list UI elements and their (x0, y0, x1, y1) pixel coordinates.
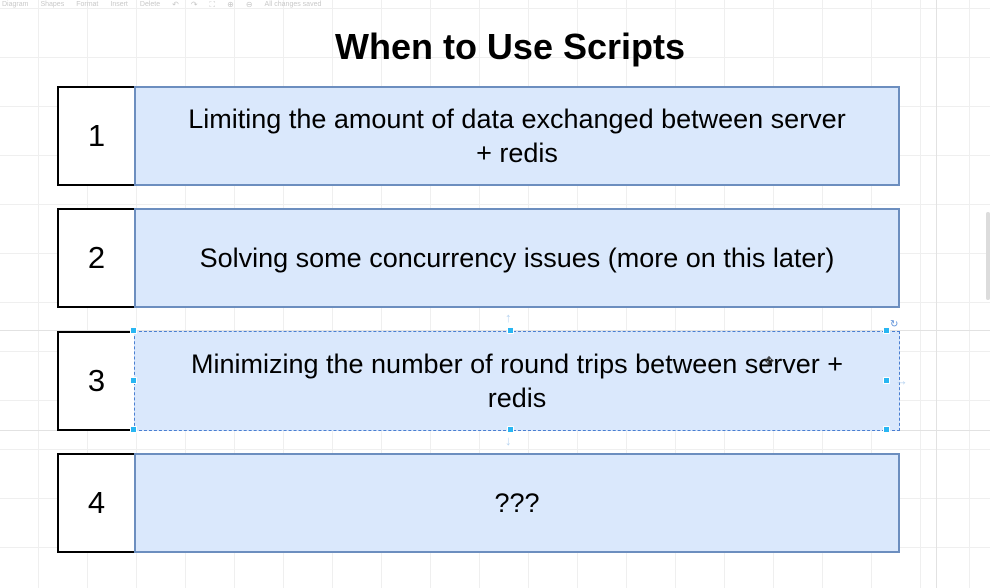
menu-insert[interactable]: Insert (110, 0, 128, 9)
step-number-box[interactable]: 3 (57, 331, 136, 431)
fit-icon[interactable]: ⛶ (210, 0, 216, 9)
save-status: All changes saved (264, 1, 322, 8)
step-number-box[interactable]: 1 (57, 86, 136, 186)
menu-shapes[interactable]: Shapes (40, 0, 64, 9)
step-row: 1 Limiting the amount of data exchanged … (57, 86, 900, 186)
resize-handle-sw[interactable] (130, 426, 137, 433)
step-description-text: Solving some concurrency issues (more on… (200, 241, 835, 275)
text-line: Solving some concurrency issues (more on… (199, 243, 835, 273)
step-description-text: Minimizing the number of round trips bet… (191, 347, 843, 415)
page-boundary (936, 0, 937, 588)
resize-handle-s[interactable] (507, 426, 514, 433)
step-description-box[interactable]: Solving some concurrency issues (more on… (134, 208, 900, 308)
step-description-box[interactable]: ??? (134, 453, 900, 553)
resize-handle-se[interactable] (883, 426, 890, 433)
resize-handle-e[interactable] (883, 377, 890, 384)
step-row: 3 Minimizing the number of round trips b… (57, 331, 900, 431)
connect-arrow-icon[interactable]: ↑ (505, 311, 512, 324)
text-line: Minimizing the number of round trips bet… (190, 349, 844, 379)
step-number-box[interactable]: 4 (57, 453, 136, 553)
text-line: redis (487, 383, 547, 413)
step-description-box[interactable]: Limiting the amount of data exchanged be… (134, 86, 900, 186)
step-row: 2 Solving some concurrency issues (more … (57, 208, 900, 308)
text-line: Limiting the amount of data exchanged be… (188, 104, 846, 134)
zoom-in-icon[interactable]: ⊕ (227, 0, 234, 9)
text-line: ??? (494, 488, 540, 518)
scrollbar[interactable] (986, 212, 990, 300)
connect-arrow-icon[interactable]: → (895, 374, 908, 387)
resize-handle-ne[interactable] (883, 327, 890, 334)
step-description-box-selected[interactable]: Minimizing the number of round trips bet… (134, 331, 900, 431)
diagram-title[interactable]: When to Use Scripts (0, 26, 990, 68)
resize-handle-nw[interactable] (130, 327, 137, 334)
menu-delete[interactable]: Delete (140, 0, 160, 9)
resize-handle-w[interactable] (130, 377, 137, 384)
step-row: 4 ??? (57, 453, 900, 553)
step-description-text: Limiting the amount of data exchanged be… (188, 102, 845, 170)
undo-icon[interactable]: ↶ (172, 0, 179, 9)
menu-format[interactable]: Format (76, 0, 98, 9)
rotate-handle-icon[interactable]: ↻ (890, 320, 898, 330)
redo-icon[interactable]: ↷ (191, 0, 198, 9)
connect-arrow-icon[interactable]: ↓ (505, 434, 512, 447)
move-cursor-icon: ✥ (764, 354, 775, 368)
zoom-out-icon[interactable]: ⊖ (246, 0, 253, 9)
diagram-canvas[interactable]: Diagram Shapes Format Insert Delete ↶ ↷ … (0, 0, 990, 588)
toolbar: Diagram Shapes Format Insert Delete ↶ ↷ … (0, 0, 402, 9)
step-description-text: ??? (494, 486, 539, 520)
resize-handle-n[interactable] (507, 327, 514, 334)
step-number-box[interactable]: 2 (57, 208, 136, 308)
menu-diagram[interactable]: Diagram (2, 0, 28, 9)
text-line: + redis (476, 138, 558, 168)
